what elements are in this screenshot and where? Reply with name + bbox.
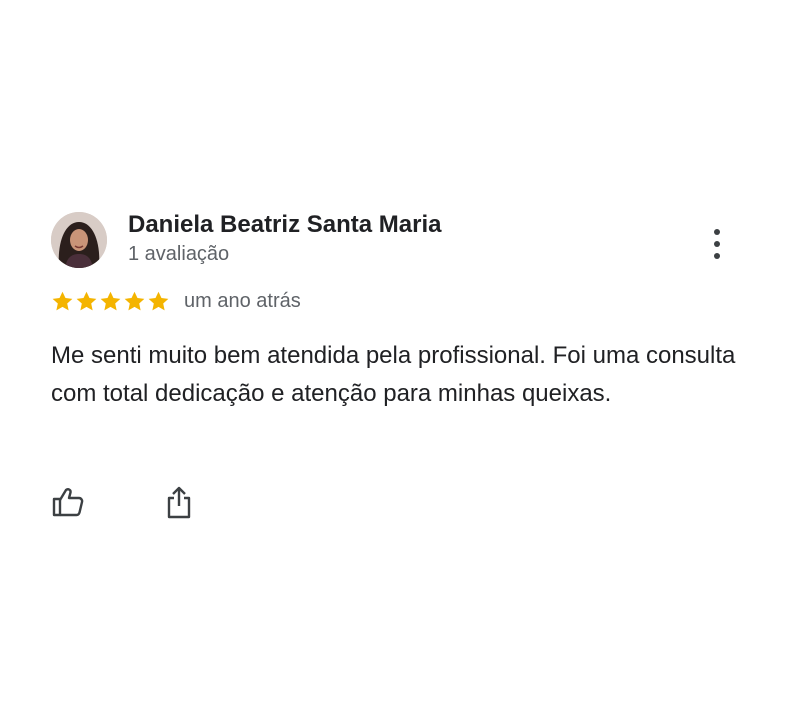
share-icon: [167, 486, 191, 519]
more-options-button[interactable]: [703, 226, 731, 262]
review-card: Daniela Beatriz Santa Maria 1 avaliação …: [0, 0, 800, 711]
avatar[interactable]: [51, 212, 107, 268]
star-icon: [147, 290, 170, 313]
review-time: um ano atrás: [184, 289, 301, 312]
like-button[interactable]: [50, 484, 86, 520]
share-button[interactable]: [161, 484, 197, 520]
star-icon: [99, 290, 122, 313]
star-icon: [51, 290, 74, 313]
star-icon: [75, 290, 98, 313]
star-rating: [51, 290, 170, 313]
more-vert-icon: [714, 229, 720, 259]
avatar-image: [51, 212, 107, 268]
reviewer-name[interactable]: Daniela Beatriz Santa Maria: [128, 211, 441, 239]
thumbs-up-icon: [52, 488, 84, 517]
review-text: Me senti muito bem atendida pela profiss…: [51, 342, 736, 407]
review-count: 1 avaliação: [128, 243, 230, 265]
star-icon: [123, 290, 146, 313]
rating-row: um ano atrás: [51, 287, 301, 315]
